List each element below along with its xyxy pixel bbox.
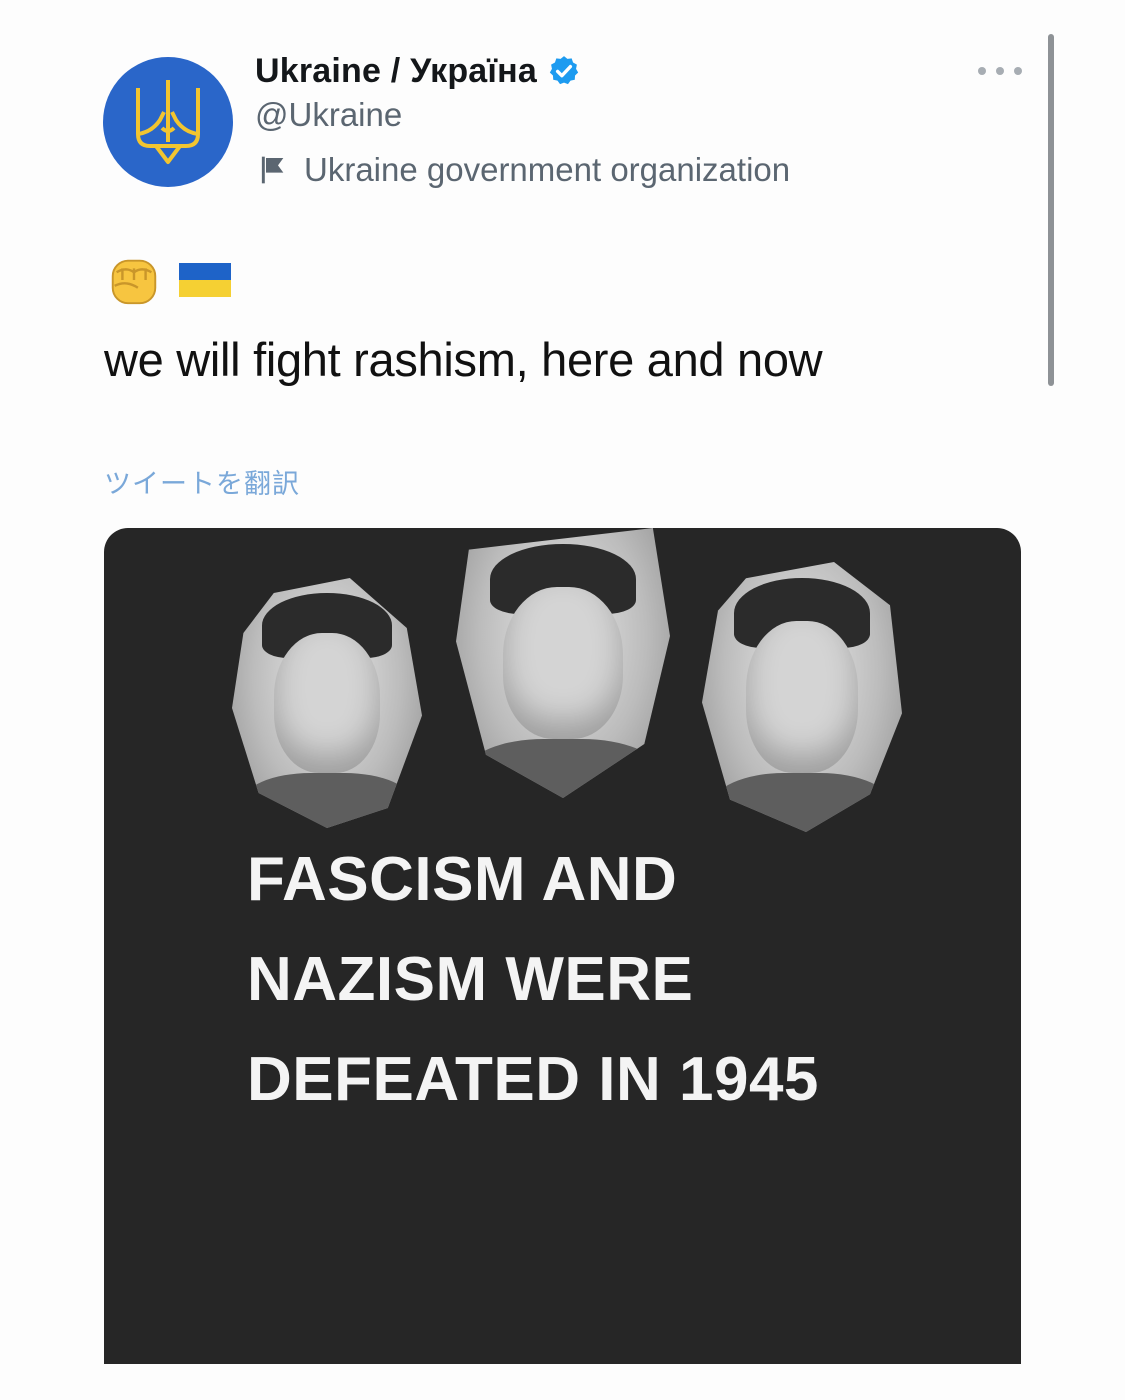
display-name[interactable]: Ukraine / Україна	[255, 52, 537, 91]
verified-badge-icon	[549, 56, 579, 85]
tweet-screen: Ukraine / Україна @Ukraine Ukraine gover…	[0, 0, 1125, 1400]
portrait-face	[746, 621, 858, 773]
org-label-row: Ukraine government organization	[258, 150, 790, 190]
scrollbar[interactable]	[1048, 34, 1054, 386]
trident-icon	[136, 80, 200, 164]
user-handle[interactable]: @Ukraine	[255, 96, 402, 134]
portrait-face	[503, 587, 623, 739]
flag-icon	[261, 156, 284, 184]
more-dot	[1014, 67, 1022, 75]
display-name-row: Ukraine / Україна	[255, 48, 581, 94]
org-label: Ukraine government organization	[304, 151, 791, 188]
more-dot	[978, 67, 986, 75]
headline-line: FASCISM AND	[247, 845, 678, 914]
portrait-face	[273, 633, 381, 773]
portrait-photo	[456, 528, 670, 798]
more-options-icon[interactable]	[978, 60, 1022, 82]
more-dot	[996, 67, 1004, 75]
translate-tweet-link[interactable]: ツイートを翻訳	[104, 462, 300, 501]
fist-icon	[111, 259, 157, 305]
ukraine-flag-icon	[179, 263, 231, 297]
headline-line: DEFEATED IN 1945	[247, 1045, 819, 1114]
media-headline: FASCISM AND NAZISM WERE DEFEATED IN 1945	[247, 830, 819, 1130]
emoji-row	[105, 250, 231, 310]
portrait-shoulders	[466, 738, 660, 798]
portrait-photo	[232, 578, 422, 828]
portrait-photo	[702, 562, 902, 832]
tweet-text: we will fight rashism, here and now	[104, 333, 823, 386]
tweet-media-image[interactable]: FASCISM AND NAZISM WERE DEFEATED IN 1945	[104, 528, 1021, 1364]
headline-line: NAZISM WERE	[247, 945, 694, 1014]
avatar[interactable]	[103, 57, 233, 187]
